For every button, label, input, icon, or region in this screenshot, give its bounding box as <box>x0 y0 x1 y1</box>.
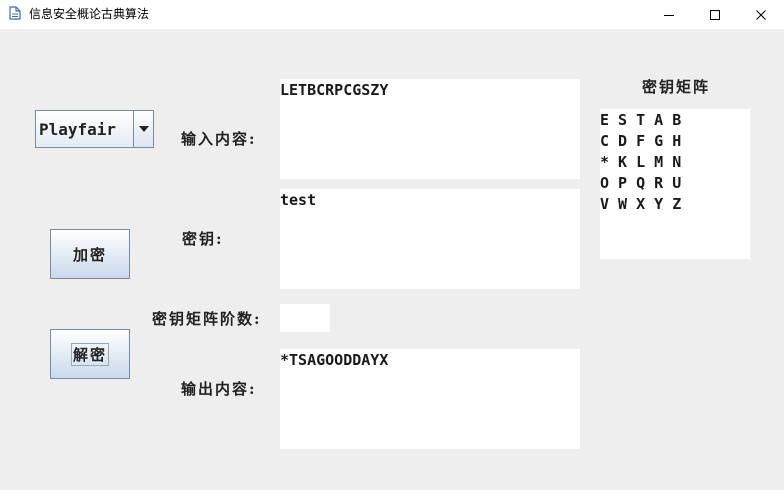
key-text: test <box>280 191 317 209</box>
dropdown-button[interactable] <box>133 111 153 147</box>
document-icon <box>9 6 21 20</box>
close-icon <box>756 9 766 20</box>
output-text: *TSAGOODDAYX <box>280 351 389 369</box>
input-textarea[interactable]: LETBCRPCGSZY <box>280 79 580 179</box>
key-matrix: E S T A B C D F G H * K L M N O P Q R U … <box>600 109 750 259</box>
matrix-row: C D F G H <box>600 132 682 150</box>
decrypt-button-label: 解密 <box>70 342 109 366</box>
window-title: 信息安全概论古典算法 <box>29 7 150 21</box>
chevron-down-icon <box>138 126 149 132</box>
minimize-button[interactable] <box>646 0 692 29</box>
output-textarea[interactable]: *TSAGOODDAYX <box>280 349 580 449</box>
algorithm-select[interactable]: Playfair <box>35 110 154 148</box>
matrix-row: E S T A B <box>600 111 682 129</box>
maximize-icon <box>710 9 720 20</box>
matrix-row: O P Q R U <box>600 174 682 192</box>
algorithm-select-value: Playfair <box>39 120 117 139</box>
decrypt-button[interactable]: 解密 <box>50 329 130 379</box>
output-label: 输出内容: <box>181 380 257 398</box>
close-button[interactable] <box>738 0 784 29</box>
matrix-order-field[interactable] <box>280 304 330 332</box>
matrix-row: V W X Y Z <box>600 195 682 213</box>
minimize-icon <box>664 14 674 16</box>
key-label: 密钥: <box>182 230 224 248</box>
title-bar: 信息安全概论古典算法 <box>0 0 784 29</box>
key-textarea[interactable]: test <box>280 189 580 289</box>
input-label: 输入内容: <box>181 130 257 148</box>
matrix-order-label: 密钥矩阵阶数: <box>152 310 262 328</box>
encrypt-button[interactable]: 加密 <box>50 229 130 279</box>
encrypt-button-label: 加密 <box>72 245 107 264</box>
maximize-button[interactable] <box>692 0 738 29</box>
matrix-title: 密钥矩阵 <box>642 78 711 96</box>
matrix-row: * K L M N <box>600 153 682 171</box>
input-text: LETBCRPCGSZY <box>280 81 389 99</box>
